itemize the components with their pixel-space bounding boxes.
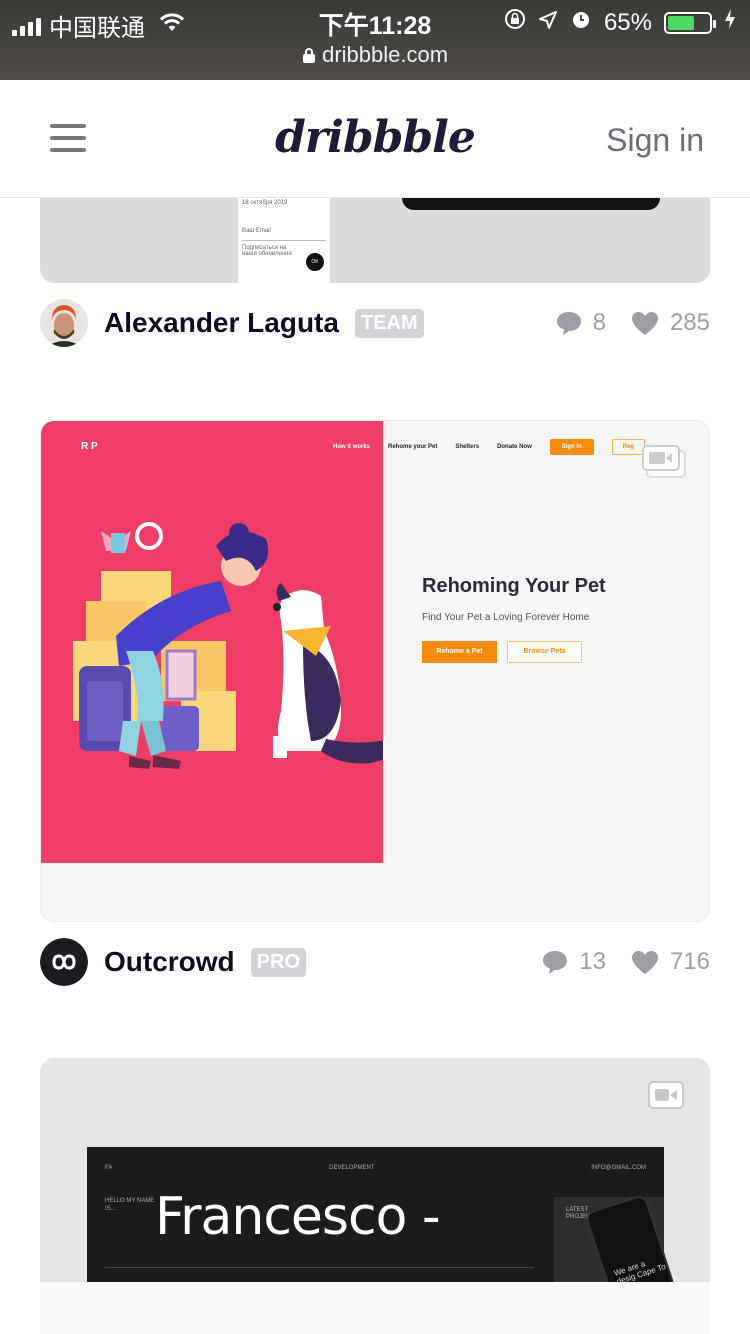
shot-stats: 13 716	[541, 948, 710, 976]
comment-count: 13	[579, 948, 606, 975]
video-icon	[641, 443, 686, 478]
heart-icon[interactable]	[630, 949, 660, 975]
preview-secondary-button: Browse Pets	[507, 641, 582, 663]
location-icon	[538, 9, 558, 37]
comment-count: 8	[592, 309, 606, 336]
avatar[interactable]	[40, 299, 88, 347]
avatar[interactable]	[40, 938, 88, 986]
woman-and-dog-illustration	[73, 522, 383, 769]
preview-divider	[105, 1267, 534, 1268]
hero-illustration-panel: R P	[41, 421, 383, 863]
shot-preview-dark-bar	[402, 198, 660, 210]
shot-preview-portfolio: FA DEVELOPMENT INFO@GMAIL.COM HELLO MY N…	[87, 1147, 676, 1309]
preview-name-heading: Francesco -	[155, 1187, 441, 1247]
preview-nav-item: Shelters	[455, 444, 480, 450]
bottom-fade	[40, 1282, 710, 1334]
preview-nav: How it works Rehome your Pet Shelters Do…	[333, 439, 646, 455]
alarm-icon	[570, 8, 592, 37]
address-bar[interactable]: dribbble.com	[0, 42, 750, 68]
preview-sign-in-button: Sign In	[549, 439, 594, 455]
menu-icon[interactable]	[50, 124, 86, 154]
team-badge: TEAM	[354, 308, 424, 338]
battery-percent: 65%	[603, 8, 652, 36]
like-count: 716	[669, 948, 710, 975]
preview-subtitle: 18 октября 2019	[242, 200, 288, 206]
preview-field-label: Ваш Email	[242, 228, 271, 234]
preview-primary-button: Rehome a Pet	[422, 641, 497, 663]
lock-icon	[302, 42, 322, 67]
heart-icon[interactable]	[630, 310, 660, 336]
preview-email: INFO@GMAIL.COM	[591, 1165, 646, 1171]
shot-preview-phone: 18 октября 2019 Ваш Email Подписаться на…	[238, 198, 330, 283]
preview-nav-item: Donate Now	[497, 444, 532, 450]
battery-icon	[664, 11, 716, 34]
preview-note: Подписаться на наши обновления	[242, 245, 292, 257]
shot-stats: 8 285	[555, 309, 710, 337]
sign-in-link[interactable]: Sign in	[606, 122, 704, 159]
site-header: dribbble Sign in	[0, 80, 750, 198]
preview-section: DEVELOPMENT	[329, 1165, 375, 1171]
like-count: 285	[669, 309, 710, 336]
shot-meta: Alexander Laguta TEAM 8 285	[40, 298, 710, 348]
status-bar: 中国联通 下午11:28 dribbble.com 65%	[0, 0, 750, 80]
preview-latest-project: LATEST PROJECT We are a desig Cape To	[554, 1193, 676, 1309]
shot-meta: Outcrowd PRO 13 716	[40, 937, 710, 987]
comment-icon[interactable]	[541, 949, 569, 975]
charging-icon	[724, 8, 736, 37]
preview-nav-item: How it works	[333, 444, 371, 450]
status-icons: 65%	[504, 8, 736, 37]
comment-icon[interactable]	[555, 310, 583, 336]
shot-thumbnail[interactable]: R P How it works Rehome your Pet Shelter…	[40, 420, 710, 922]
video-icon	[648, 1080, 688, 1110]
author-name[interactable]: Alexander Laguta	[104, 307, 339, 339]
battery-level	[668, 15, 694, 30]
shot-thumbnail[interactable]: 18 октября 2019 Ваш Email Подписаться на…	[40, 198, 710, 283]
preview-hero-title: Rehoming Your Pet	[422, 575, 606, 597]
author-name[interactable]: Outcrowd	[104, 946, 235, 978]
preview-ok-button: OK	[306, 253, 324, 271]
preview-hero-subtitle: Find Your Pet a Loving Forever Home	[422, 612, 590, 623]
preview-nav-item: Rehome your Pet	[388, 444, 438, 450]
preview-initials: FA	[105, 1165, 113, 1171]
url-text: dribbble.com	[322, 42, 449, 67]
pro-badge: PRO	[250, 947, 307, 977]
orientation-lock-icon	[504, 8, 526, 37]
preview-top-bar: FA DEVELOPMENT INFO@GMAIL.COM	[105, 1165, 646, 1171]
